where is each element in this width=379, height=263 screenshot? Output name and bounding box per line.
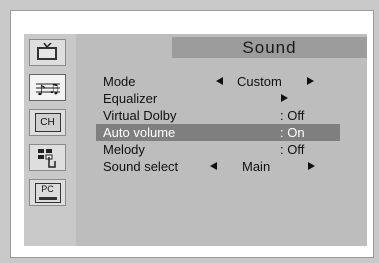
pc-icon-label: PC	[41, 183, 54, 194]
menu-item-value: : Off	[280, 108, 305, 123]
menu-item-virtual-dolby[interactable]: Virtual Dolby : Off	[96, 107, 340, 124]
menu-item-value: Main	[242, 159, 271, 174]
menu-item-label: Auto volume	[103, 125, 176, 140]
setup-icon[interactable]	[29, 144, 66, 171]
picture-icon[interactable]	[29, 39, 66, 66]
sound-icon[interactable]: ♪ ♫	[29, 74, 66, 101]
pc-icon-screen: PC	[34, 182, 61, 203]
menu-item-melody[interactable]: Melody : Off	[96, 141, 340, 158]
menu-item-label: Virtual Dolby	[103, 108, 177, 123]
arrow-right-icon[interactable]	[281, 94, 288, 102]
menu-title-bar: Sound	[172, 37, 367, 58]
menu-item-label: Equalizer	[103, 91, 158, 106]
menu-item-value: : Off	[280, 142, 305, 157]
menu-item-auto-volume[interactable]: Auto volume : On	[96, 124, 340, 141]
arrow-right-icon[interactable]	[307, 77, 314, 85]
channel-icon[interactable]: CH	[29, 109, 66, 136]
menu-item-value: Custom	[237, 74, 282, 89]
arrow-left-icon[interactable]	[216, 77, 223, 85]
menu-item-label: Mode	[103, 74, 136, 89]
svg-text:♪: ♪	[37, 83, 46, 99]
menu-item-label: Melody	[103, 142, 145, 157]
arrow-right-icon[interactable]	[308, 162, 315, 170]
pc-icon-keyboard	[38, 196, 57, 200]
arrow-left-icon[interactable]	[210, 162, 217, 170]
menu-item-sound-select[interactable]: Sound select Main	[96, 158, 340, 175]
menu-item-equalizer[interactable]: Equalizer	[96, 90, 340, 107]
menu-item-label: Sound select	[103, 159, 179, 174]
icon-strip: ♪ ♫ CH PC	[24, 34, 76, 246]
menu-title: Sound	[242, 38, 297, 57]
menu-item-mode[interactable]: Mode Custom	[96, 73, 340, 90]
svg-text:♫: ♫	[48, 82, 60, 97]
channel-icon-label: CH	[34, 113, 61, 132]
pc-icon[interactable]: PC	[29, 179, 66, 206]
menu-item-value: : On	[280, 125, 305, 140]
